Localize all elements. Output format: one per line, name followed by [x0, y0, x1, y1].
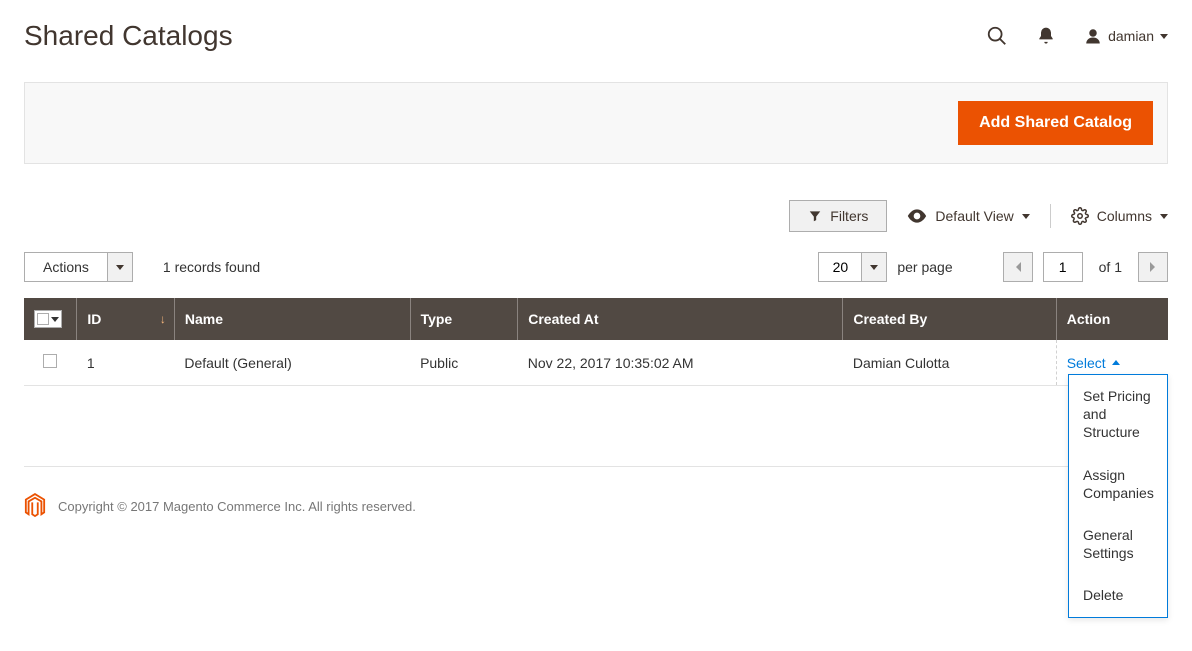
page-header: Shared Catalogs damian: [24, 0, 1168, 82]
columns-label: Columns: [1097, 208, 1152, 224]
next-page-button[interactable]: [1138, 252, 1168, 282]
bulk-actions-toggle[interactable]: [108, 252, 133, 282]
cell-id: 1: [77, 340, 175, 386]
copyright-text: Copyright © 2017 Magento Commerce Inc. A…: [58, 499, 416, 514]
col-header-created-at[interactable]: Created At: [518, 298, 843, 340]
col-header-action: Action: [1056, 298, 1168, 340]
user-icon: [1084, 27, 1102, 45]
col-header-created-by[interactable]: Created By: [843, 298, 1056, 340]
magento-logo-icon: [24, 493, 46, 519]
page-title: Shared Catalogs: [24, 20, 233, 52]
menu-item-set-pricing[interactable]: Set Pricing and Structure: [1069, 375, 1167, 454]
page-number-input[interactable]: [1043, 252, 1083, 282]
chevron-down-icon: [1022, 214, 1030, 219]
menu-item-assign-companies[interactable]: Assign Companies: [1069, 454, 1167, 514]
col-header-checkbox[interactable]: [24, 298, 77, 340]
chevron-up-icon: [1112, 360, 1120, 365]
columns-dropdown[interactable]: Columns: [1071, 207, 1168, 225]
default-view-label: Default View: [935, 208, 1013, 224]
table-row[interactable]: 1 Default (General) Public Nov 22, 2017 …: [24, 340, 1168, 386]
header-actions: damian: [986, 25, 1168, 47]
page-total-label: of 1: [1099, 259, 1122, 275]
col-header-name[interactable]: Name: [174, 298, 410, 340]
search-icon[interactable]: [986, 25, 1008, 47]
primary-action-bar: Add Shared Catalog: [24, 82, 1168, 164]
grid-controls: Actions 1 records found per page of 1: [24, 252, 1168, 282]
filters-label: Filters: [830, 208, 868, 224]
user-name: damian: [1108, 28, 1154, 44]
notifications-icon[interactable]: [1036, 26, 1056, 46]
page-footer: Copyright © 2017 Magento Commerce Inc. A…: [24, 466, 1168, 545]
bulk-actions-label: Actions: [24, 252, 108, 282]
user-menu[interactable]: damian: [1084, 27, 1168, 45]
add-shared-catalog-button[interactable]: Add Shared Catalog: [958, 101, 1153, 145]
row-checkbox[interactable]: [43, 354, 57, 368]
filters-button[interactable]: Filters: [789, 200, 887, 232]
menu-item-general-settings[interactable]: General Settings: [1069, 514, 1167, 574]
grid-toolbar: Filters Default View Columns: [24, 200, 1168, 232]
col-header-type[interactable]: Type: [410, 298, 518, 340]
bulk-actions-select[interactable]: Actions: [24, 252, 133, 282]
per-page-input[interactable]: [818, 252, 862, 282]
cell-name: Default (General): [174, 340, 410, 386]
menu-item-delete[interactable]: Delete: [1069, 574, 1167, 616]
select-label: Select: [1067, 355, 1106, 371]
default-view-dropdown[interactable]: Default View: [907, 208, 1029, 224]
per-page-toggle[interactable]: [862, 252, 887, 282]
cell-type: Public: [410, 340, 518, 386]
eye-icon: [907, 209, 927, 223]
sort-arrow-icon: ↓: [160, 312, 166, 326]
cell-created-by: Damian Culotta: [843, 340, 1056, 386]
chevron-left-icon: [1014, 261, 1022, 273]
per-page-select[interactable]: [818, 252, 887, 282]
col-header-id[interactable]: ID ↓: [77, 298, 175, 340]
chevron-down-icon: [116, 265, 124, 270]
chevron-down-icon: [1160, 34, 1168, 39]
prev-page-button[interactable]: [1003, 252, 1033, 282]
chevron-right-icon: [1149, 261, 1157, 273]
chevron-down-icon: [1160, 214, 1168, 219]
row-action-menu: Set Pricing and Structure Assign Compani…: [1068, 374, 1168, 618]
records-found: 1 records found: [163, 259, 260, 275]
per-page-label: per page: [897, 259, 952, 275]
gear-icon: [1071, 207, 1089, 225]
shared-catalogs-grid: ID ↓ Name Type Created At Created By Act…: [24, 298, 1168, 386]
row-action-select[interactable]: Select: [1067, 355, 1120, 371]
grid-header-row: ID ↓ Name Type Created At Created By Act…: [24, 298, 1168, 340]
funnel-icon: [808, 209, 822, 223]
chevron-down-icon: [870, 265, 878, 270]
cell-created-at: Nov 22, 2017 10:35:02 AM: [518, 340, 843, 386]
divider: [1050, 204, 1051, 228]
